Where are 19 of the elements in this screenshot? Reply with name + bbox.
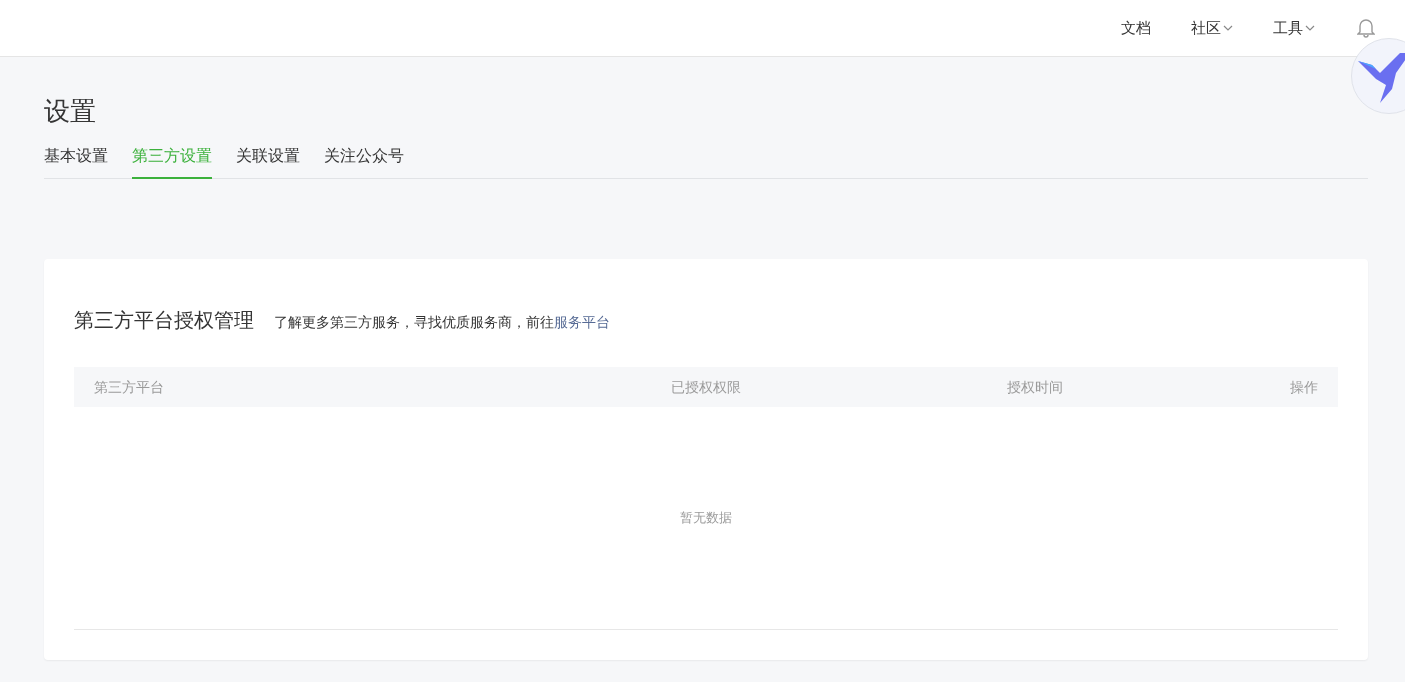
nav-link[interactable]: 工具: [1273, 16, 1315, 40]
page-title: 设置: [44, 95, 96, 128]
bell-icon[interactable]: [1357, 18, 1375, 38]
card-title: 第三方平台授权管理: [74, 308, 254, 333]
settings-tab[interactable]: 基本设置: [44, 145, 108, 179]
column-header: 授权时间: [1006, 377, 1064, 397]
description-text: 了解更多第三方服务，寻找优质服务商，前往服务平台: [274, 313, 610, 332]
column-header: 第三方平台: [94, 377, 165, 397]
settings-tab[interactable]: 关联设置: [236, 145, 300, 179]
chevron-down-icon: [1305, 25, 1315, 31]
nav-link[interactable]: 文档: [1121, 16, 1151, 40]
column-header: 已授权权限: [670, 377, 742, 397]
column-header: 操作: [1289, 377, 1318, 397]
service-platform-link[interactable]: 服务平台: [554, 314, 610, 330]
nav-link[interactable]: 社区: [1191, 16, 1233, 40]
chevron-down-icon: [1223, 25, 1233, 31]
empty-state-text: 暂无数据: [680, 509, 732, 528]
settings-tab[interactable]: 关注公众号: [324, 145, 404, 179]
app-logo-badge[interactable]: [1351, 38, 1405, 114]
